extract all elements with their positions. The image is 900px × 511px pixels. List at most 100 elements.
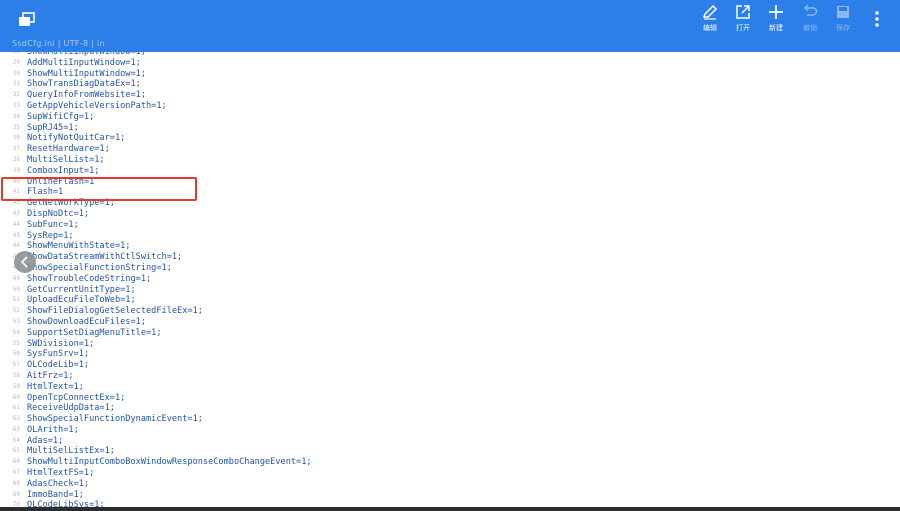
line-number: 54: [12, 328, 20, 336]
line-text: QueryInfoFromWebsite=1;: [27, 90, 146, 101]
code-line[interactable]: 63 OLArith=1;: [0, 425, 900, 436]
line-number: 45: [12, 231, 20, 239]
line-number: 36: [12, 134, 20, 142]
line-number: 58: [12, 371, 20, 379]
code-line[interactable]: 35 SupRJ45=1;: [0, 123, 900, 134]
code-line[interactable]: 64 Adas=1;: [0, 436, 900, 447]
code-line[interactable]: 44 SubFunc=1;: [0, 220, 900, 231]
app-bar: SsdCfg.ini | UTF-8 | in 编辑 打开 新建 撤销 保存: [0, 0, 900, 52]
line-number: 62: [12, 415, 20, 423]
open-label: 打开: [736, 24, 750, 32]
line-number: 60: [12, 393, 20, 401]
line-text: NotifyNotQuitCar=1;: [27, 133, 126, 144]
code-line[interactable]: 54 SupportSetDiagMenuTitle=1;: [0, 328, 900, 339]
code-line[interactable]: 56 SysFunSrv=1;: [0, 349, 900, 360]
line-text: ComboxInput=1;: [27, 165, 100, 176]
line-number: 61: [12, 404, 20, 412]
line-number: 29: [12, 58, 20, 66]
line-text: MultiSelListEx=1;: [27, 446, 115, 457]
line-text: ShowDownloadEcuFiles=1;: [27, 316, 146, 327]
line-text: MultiSelList=1;: [27, 154, 105, 165]
code-line[interactable]: 61 ReceiveUdpData=1;: [0, 403, 900, 414]
line-text: SupWifiCfg=1;: [27, 111, 95, 122]
line-text: AitFrz=1;: [27, 370, 74, 381]
more-options-icon[interactable]: [870, 10, 884, 28]
line-number: 67: [12, 469, 20, 477]
highlight-annotation: [1, 177, 197, 201]
code-line[interactable]: 38 MultiSelList=1;: [0, 155, 900, 166]
back-handle[interactable]: [14, 251, 36, 273]
code-line[interactable]: 34 SupWifiCfg=1;: [0, 112, 900, 123]
line-text: Adas=1;: [27, 435, 64, 446]
line-text: OLArith=1;: [27, 424, 79, 435]
line-number: 33: [12, 101, 20, 109]
line-text: SupportSetDiagMenuTitle=1;: [27, 327, 162, 338]
code-line[interactable]: 50 GetCurrentUnitType=1;: [0, 285, 900, 296]
line-number: 34: [12, 112, 20, 120]
line-number: 55: [12, 339, 20, 347]
code-line[interactable]: 45 SysRep=1;: [0, 231, 900, 242]
line-number: 56: [12, 350, 20, 358]
code-line[interactable]: 46 ShowMenuWithState=1;: [0, 241, 900, 252]
windows-icon[interactable]: [18, 12, 36, 28]
line-text: ImmoBand=1;: [27, 489, 84, 500]
new-button[interactable]: 新建: [761, 4, 791, 34]
line-number: 32: [12, 91, 20, 99]
save-button[interactable]: 保存: [828, 4, 858, 34]
open-external-icon: [736, 5, 750, 19]
chevron-left-icon: [20, 256, 28, 268]
plus-icon: [769, 5, 783, 19]
line-text: ShowTransDiagDataEx=1;: [27, 79, 141, 90]
code-line[interactable]: 62 ShowSpecialFunctionDynamicEvent=1;: [0, 414, 900, 425]
text-editor[interactable]: 28ShowMultiInputWindow=1;29AddMultiInput…: [0, 52, 900, 511]
code-line[interactable]: 65 MultiSelListEx=1;: [0, 446, 900, 457]
code-line[interactable]: 69 ImmoBand=1;: [0, 490, 900, 501]
code-line[interactable]: 52 ShowFileDialogGetSelectedFileEx=1;: [0, 306, 900, 317]
code-line[interactable]: 39 ComboxInput=1;: [0, 166, 900, 177]
code-line[interactable]: 51 UploadEcuFileToWeb=1;: [0, 295, 900, 306]
undo-icon: [803, 4, 818, 16]
line-text: ShowSpecialFunctionDynamicEvent=1;: [27, 414, 203, 425]
code-line[interactable]: 37 ResetHardware=1;: [0, 144, 900, 155]
code-line[interactable]: 31 ShowTransDiagDataEx=1;: [0, 79, 900, 90]
code-line[interactable]: 29 AddMultiInputWindow=1;: [0, 58, 900, 69]
code-line[interactable]: 60 OpenTcpConnectEx=1;: [0, 393, 900, 404]
line-number: 49: [12, 274, 20, 282]
code-line[interactable]: 53 ShowDownloadEcuFiles=1;: [0, 317, 900, 328]
line-number: 50: [12, 285, 20, 293]
code-line[interactable]: 49 ShowTroubleCodeString=1;: [0, 274, 900, 285]
line-number: 59: [12, 382, 20, 390]
line-number: 52: [12, 307, 20, 315]
code-line[interactable]: 30 ShowMultiInputWindow=1;: [0, 69, 900, 80]
code-line[interactable]: 59 HtmlText=1;: [0, 382, 900, 393]
new-label: 新建: [769, 24, 783, 32]
code-line[interactable]: 55 SWDivision=1;: [0, 339, 900, 350]
line-number: 68: [12, 479, 20, 487]
code-line[interactable]: 68 AdasCheck=1;: [0, 479, 900, 490]
code-line[interactable]: 66 ShowMultiInputComboBoxWindowResponseCo…: [0, 457, 900, 468]
edit-button[interactable]: 编辑: [695, 4, 725, 34]
code-line[interactable]: 33 GetAppVehicleVersionPath=1;: [0, 101, 900, 112]
line-text: ShowTroubleCodeString=1;: [27, 273, 152, 284]
line-text: SysFunSrv=1;: [27, 349, 90, 360]
line-text: SubFunc=1;: [27, 219, 79, 230]
code-line[interactable]: 58 AitFrz=1;: [0, 371, 900, 382]
undo-button[interactable]: 撤销: [795, 4, 825, 34]
code-line[interactable]: 36 NotifyNotQuitCar=1;: [0, 133, 900, 144]
save-label: 保存: [836, 24, 850, 32]
line-number: 46: [12, 242, 20, 250]
line-number: 39: [12, 166, 20, 174]
open-button[interactable]: 打开: [728, 4, 758, 34]
line-text: AddMultiInputWindow=1;: [27, 57, 141, 68]
edit-label: 编辑: [703, 24, 717, 32]
code-line[interactable]: 57 OLCodeLib=1;: [0, 360, 900, 371]
code-line[interactable]: 43 DispNoDtc=1;: [0, 209, 900, 220]
code-line[interactable]: 32 QueryInfoFromWebsite=1;: [0, 90, 900, 101]
code-line[interactable]: 48ShowSpecialFunctionString=1;: [0, 263, 900, 274]
line-number: 31: [12, 80, 20, 88]
code-line[interactable]: 67 HtmlTextFS=1;: [0, 468, 900, 479]
line-number: 35: [12, 123, 20, 131]
line-number: 44: [12, 220, 20, 228]
line-text: ReceiveUdpData=1;: [27, 403, 115, 414]
code-line[interactable]: 47ShowDataStreamWithCtlSwitch=1;: [0, 252, 900, 263]
